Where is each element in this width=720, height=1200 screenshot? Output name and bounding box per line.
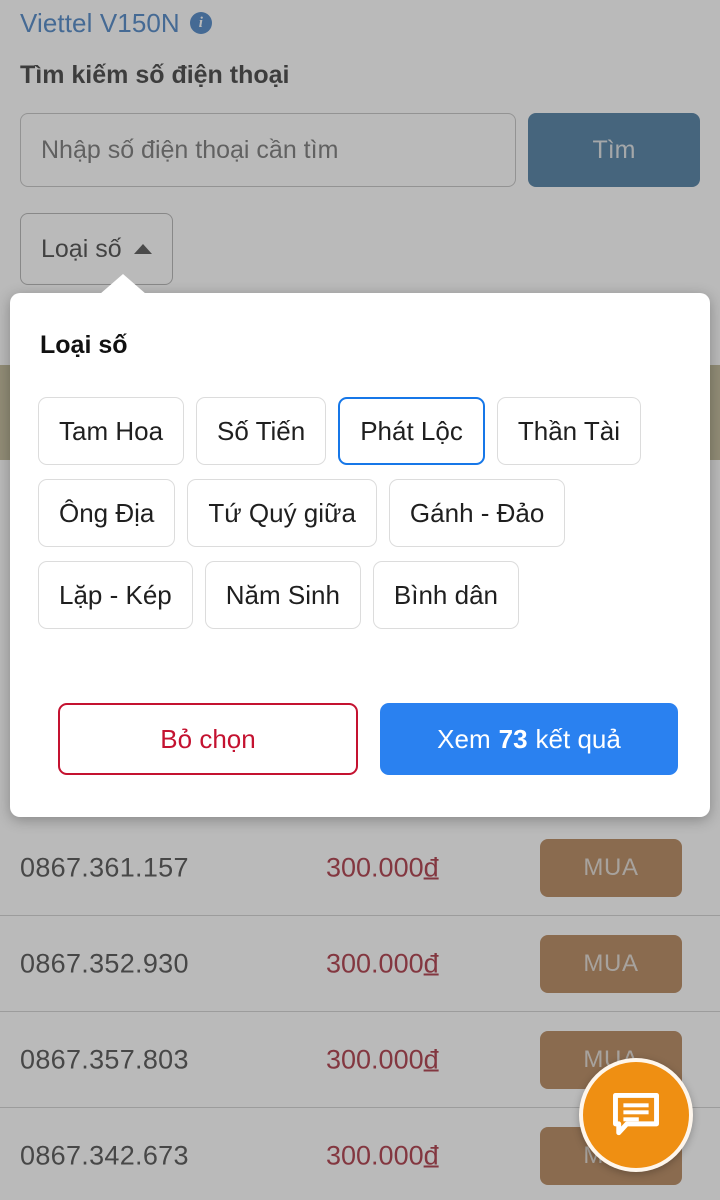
chip-tam-hoa[interactable]: Tam Hoa xyxy=(38,397,185,465)
chip-n-m-sinh[interactable]: Năm Sinh xyxy=(204,561,361,629)
chip-ng-a[interactable]: Ông Địa xyxy=(38,479,176,547)
popup-caret xyxy=(100,274,146,294)
view-results-button[interactable]: Xem 73 kết quả xyxy=(380,703,678,775)
chip-t-qu-gi-a[interactable]: Tứ Quý giữa xyxy=(187,479,377,547)
chip-s-ti-n[interactable]: Số Tiến xyxy=(196,397,327,465)
view-results-count: 73 xyxy=(498,723,528,754)
chip-group: Tam Hoa Số Tiến Phát Lộc Thần Tài Ông Địa Tứ … xyxy=(38,397,683,629)
chip-l-p-k-p[interactable]: Lặp - Kép xyxy=(38,561,193,629)
app-root: Viettel V150N i Tìm kiếm số điện thoại T… xyxy=(0,0,720,1200)
clear-selection-button[interactable]: Bỏ chọn xyxy=(58,703,358,775)
loai-so-popup: Loại số Tam Hoa Số Tiến Phát Lộc Thần Tài Ôn… xyxy=(10,274,710,817)
chat-bubble-icon xyxy=(613,1092,659,1136)
view-results-suffix: kết quả xyxy=(535,723,621,754)
chip-th-n-t-i[interactable]: Thần Tài xyxy=(496,397,641,465)
chip-g-nh-o[interactable]: Gánh - Đảo xyxy=(388,479,566,547)
view-results-prefix: Xem xyxy=(437,723,491,754)
chip-b-nh-d-n[interactable]: Bình dân xyxy=(372,561,519,629)
chat-fab-button[interactable] xyxy=(579,1058,693,1172)
popup-title: Loại số xyxy=(40,331,128,359)
popup-actions: Bỏ chọn Xem 73 kết quả xyxy=(58,703,678,775)
chip-ph-t-l-c[interactable]: Phát Lộc xyxy=(338,397,485,465)
